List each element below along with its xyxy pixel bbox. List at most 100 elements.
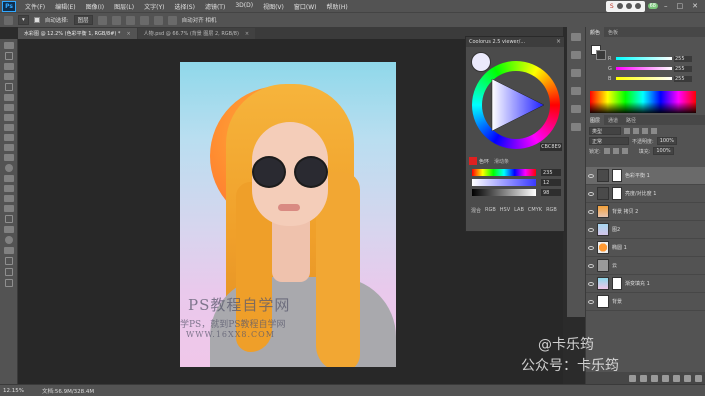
lock-position-icon[interactable] — [612, 148, 619, 154]
menu-view[interactable]: 视图(V) — [258, 2, 289, 11]
align-middle-icon[interactable] — [111, 15, 121, 25]
screen-mode-icon[interactable] — [4, 279, 13, 287]
eye-icon[interactable] — [588, 191, 594, 196]
pen-tool-icon[interactable] — [3, 185, 14, 192]
mode-hsv[interactable]: HSV — [500, 207, 510, 214]
menu-select[interactable]: 选择(S) — [169, 2, 200, 11]
mode-cmyk[interactable]: CMYK — [528, 207, 542, 214]
hex-field[interactable]: CBC8E9 — [540, 143, 562, 151]
saturation-slider[interactable] — [472, 179, 536, 186]
layer-row[interactable]: 亮度/对比度 1 — [586, 185, 705, 203]
crop-tool-icon[interactable] — [4, 83, 13, 91]
document-canvas[interactable]: PS教程自学网 学PS，就到PS教程自学网 WWW.16XX8.COM — [180, 62, 396, 367]
layer-mask-thumb[interactable] — [612, 169, 622, 182]
type-tool-icon[interactable] — [3, 195, 14, 202]
delete-layer-icon[interactable] — [695, 374, 702, 382]
settings-icon[interactable] — [634, 3, 641, 9]
character-panel-icon[interactable] — [571, 105, 581, 113]
ime-toolbar[interactable]: S — [605, 0, 645, 12]
add-mask-icon[interactable] — [651, 374, 658, 382]
minimize-icon[interactable]: – — [661, 2, 671, 10]
brightness-slider[interactable] — [472, 189, 536, 196]
align-right-icon[interactable] — [167, 15, 177, 25]
mixer-swatch[interactable] — [469, 157, 477, 165]
zoom-tool-icon[interactable] — [4, 236, 13, 244]
menu-image[interactable]: 图像(I) — [81, 2, 109, 11]
tab-swatches[interactable]: 色板 — [604, 27, 622, 37]
menu-3d[interactable]: 3D(D) — [230, 2, 258, 11]
align-top-icon[interactable] — [97, 15, 107, 25]
zoom-level[interactable]: 12.15% — [3, 388, 24, 394]
brush-tool-icon[interactable] — [3, 114, 14, 121]
menu-file[interactable]: 文件(F) — [20, 2, 50, 11]
filter-pixel-icon[interactable] — [624, 128, 630, 134]
tab-layers[interactable]: 图层 — [586, 115, 605, 125]
close-icon[interactable]: × — [556, 38, 561, 45]
color-spectrum[interactable] — [590, 91, 696, 113]
lasso-tool-icon[interactable] — [3, 63, 14, 70]
align-left-icon[interactable] — [139, 15, 149, 25]
tab-channels[interactable]: 通道 — [604, 115, 622, 125]
close-icon[interactable]: × — [245, 31, 249, 37]
menu-layer[interactable]: 图层(L) — [109, 2, 139, 11]
hand-tool-icon[interactable] — [3, 226, 14, 233]
mode-lab[interactable]: LAB — [514, 207, 524, 214]
blur-tool-icon[interactable] — [4, 164, 13, 172]
current-color-swatch[interactable] — [471, 52, 491, 72]
mode-rgb[interactable]: RGB — [485, 207, 496, 214]
eraser-tool-icon[interactable] — [3, 144, 14, 151]
eyedropper-tool-icon[interactable] — [3, 94, 14, 101]
saturation-value[interactable]: 12 — [541, 179, 561, 186]
tool-preset-dropdown[interactable]: ▾ — [18, 15, 29, 25]
filter-type-icon[interactable] — [642, 128, 648, 134]
eye-icon[interactable] — [588, 173, 594, 178]
more-tools-icon[interactable] — [3, 247, 14, 254]
eye-icon[interactable] — [588, 245, 594, 250]
layer-kind-filter[interactable]: 类型 — [589, 127, 621, 135]
layer-row[interactable]: 渐变填充 1 — [586, 275, 705, 293]
g-slider[interactable] — [616, 67, 672, 70]
color-triangle[interactable] — [482, 71, 550, 139]
history-panel-icon[interactable] — [571, 33, 581, 41]
layer-mask-thumb[interactable] — [612, 277, 622, 290]
menu-help[interactable]: 帮助(H) — [322, 2, 353, 11]
layer-mask-thumb[interactable] — [612, 187, 622, 200]
foreground-background-color-icon[interactable] — [4, 257, 13, 265]
eye-icon[interactable] — [588, 299, 594, 304]
auto-select-checkbox[interactable] — [33, 17, 40, 23]
layer-row[interactable]: 背景 — [586, 293, 705, 311]
auto-select-mode-select[interactable]: 图层 — [73, 15, 93, 25]
layer-row[interactable]: 背景 拷贝 2 — [586, 203, 705, 221]
quick-mask-icon[interactable] — [4, 268, 13, 276]
move-tool-icon[interactable] — [3, 42, 14, 49]
new-layer-icon[interactable] — [684, 374, 691, 382]
auto-align-label[interactable]: 自动对齐 相机 — [182, 16, 217, 24]
tab-color[interactable]: 颜色 — [586, 27, 605, 37]
opacity-field[interactable]: 100% — [656, 137, 677, 145]
properties-panel-icon[interactable] — [571, 51, 581, 59]
align-center-icon[interactable] — [153, 15, 163, 25]
keyboard-icon[interactable] — [625, 3, 632, 9]
menu-type[interactable]: 文字(Y) — [139, 2, 169, 11]
mode-rgb-2[interactable]: RGB — [546, 207, 557, 214]
menu-window[interactable]: 窗口(W) — [289, 2, 322, 11]
layer-row[interactable]: 椭圆 1 — [586, 239, 705, 257]
tab-sliders[interactable]: 滑动条 — [494, 158, 509, 165]
link-layers-icon[interactable] — [629, 374, 636, 382]
eye-icon[interactable] — [588, 227, 594, 232]
close-icon[interactable]: ✕ — [689, 2, 701, 10]
shape-tool-icon[interactable] — [4, 215, 13, 223]
tab-document-2[interactable]: 人物.psd @ 66.7% (背景 图层 2, RGB/8) × — [137, 28, 256, 39]
eye-icon[interactable] — [588, 281, 594, 286]
lock-all-icon[interactable] — [621, 148, 628, 154]
quick-select-tool-icon[interactable] — [3, 73, 14, 80]
layer-row[interactable]: 云 — [586, 257, 705, 275]
tab-paths[interactable]: 路径 — [622, 115, 640, 125]
fx-icon[interactable] — [640, 374, 647, 382]
brightness-value[interactable]: 98 — [541, 189, 561, 196]
menu-edit[interactable]: 编辑(E) — [50, 2, 80, 11]
lock-pixels-icon[interactable] — [603, 148, 610, 154]
paragraph-panel-icon[interactable] — [571, 123, 581, 131]
brush-panel-icon[interactable] — [571, 87, 581, 95]
layer-row[interactable]: 色彩平衡 1 — [586, 167, 705, 185]
